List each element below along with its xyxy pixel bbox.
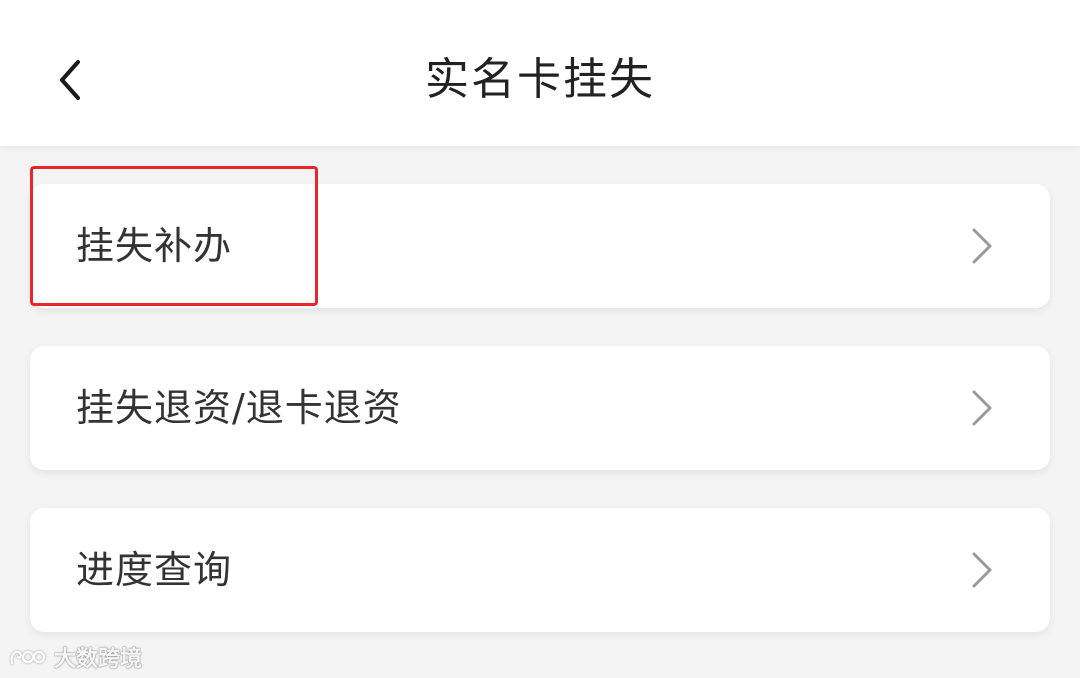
chevron-left-icon [60, 60, 80, 100]
menu-item-label: 挂失退资/退卡退资 [76, 386, 402, 430]
menu-item-report-loss-reissue[interactable]: 挂失补办 [30, 184, 1050, 308]
logo-icon [10, 650, 46, 665]
menu-item-label: 挂失补办 [76, 224, 233, 268]
page-title: 实名卡挂失 [425, 54, 655, 105]
watermark-text: 大数跨境 [54, 647, 143, 672]
menu-item-report-loss-refund[interactable]: 挂失退资/退卡退资 [30, 346, 1050, 470]
chevron-right-icon [972, 390, 992, 426]
chevron-right-icon [972, 552, 992, 588]
menu-item-progress-query[interactable]: 进度查询 [30, 508, 1050, 632]
watermark: 大数跨境 [8, 640, 142, 674]
back-button[interactable] [40, 44, 100, 116]
chevron-right-icon [972, 228, 992, 264]
app-header: 实名卡挂失 [0, 0, 1080, 146]
menu-item-label: 进度查询 [76, 548, 233, 592]
